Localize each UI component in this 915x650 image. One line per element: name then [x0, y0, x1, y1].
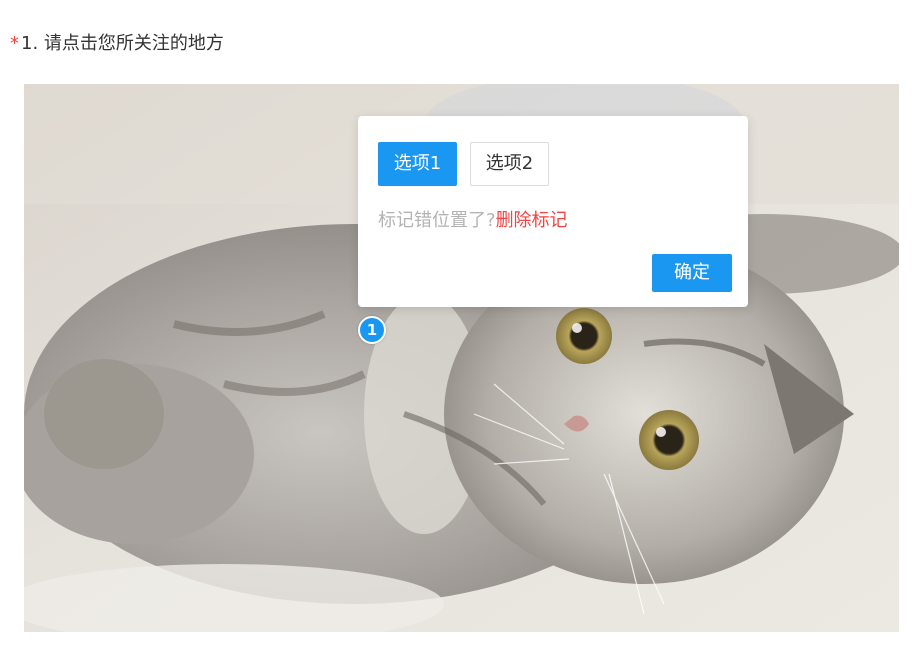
required-mark: *: [10, 33, 19, 54]
option-2-button[interactable]: 选项2: [470, 142, 549, 186]
question-title: * 1. 请点击您所关注的地方: [10, 31, 224, 57]
delete-marker-link[interactable]: 删除标记: [496, 210, 568, 231]
confirm-button[interactable]: 确定: [652, 254, 732, 292]
hotspot-marker[interactable]: 1: [358, 316, 386, 344]
hint-text: 标记错位置了?: [378, 210, 496, 231]
question-page: * 1. 请点击您所关注的地方 选项1 选项2 标记错位置了?删除标记 确定 1: [0, 0, 915, 650]
wrong-position-hint: 标记错位置了?删除标记: [378, 208, 568, 234]
option-1-button[interactable]: 选项1: [378, 142, 457, 186]
question-text: 1. 请点击您所关注的地方: [21, 33, 224, 54]
option-popup: 选项1 选项2 标记错位置了?删除标记 确定: [358, 116, 748, 307]
